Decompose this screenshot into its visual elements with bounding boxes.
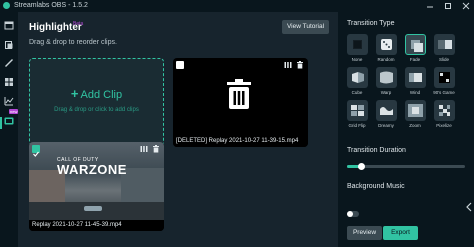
window-title: Streamlabs OBS - 1.5.2 — [14, 2, 88, 9]
collapse-panel-icon[interactable] — [466, 202, 472, 212]
transition-label: None — [351, 57, 363, 62]
check-icon — [33, 151, 39, 157]
trim-icon[interactable] — [140, 145, 148, 153]
add-clip-label: Add Clip — [80, 89, 123, 101]
transition-label: 90's Game — [433, 90, 455, 95]
add-clip-title: + Add Clip — [30, 86, 163, 101]
background-music-toggle[interactable] — [347, 211, 359, 217]
add-clip-hint: Drag & drop or click to add clips — [54, 107, 139, 113]
slider-handle[interactable] — [357, 163, 365, 170]
warp-icon — [380, 71, 393, 84]
trash-icon[interactable] — [296, 61, 304, 69]
page-subtitle: Drag & drop to reorder clips. — [29, 39, 117, 46]
plus-icon: + — [70, 86, 79, 101]
zoom-icon — [408, 104, 423, 117]
add-clip-dropzone[interactable]: + Add Clip Drag & drop or click to add cl… — [29, 58, 164, 146]
trash-icon[interactable] — [152, 145, 160, 153]
slide-icon — [438, 40, 452, 49]
transition-label: Pixelize — [436, 123, 452, 128]
transition-tile-slide[interactable] — [434, 34, 455, 55]
transition-label: Cube — [351, 90, 363, 95]
view-tutorial-button[interactable]: View Tutorial — [282, 20, 329, 34]
pixelize-icon — [439, 105, 450, 116]
dice-icon — [381, 39, 392, 50]
thumbnail-game-title: WARZONE — [57, 162, 127, 177]
transition-tile-random[interactable] — [376, 34, 397, 55]
background-music-label: Background Music — [347, 183, 405, 190]
transition-label: Grid Flip — [348, 123, 366, 128]
clip-card[interactable]: CALL OF DUTY WARZONE Replay 2021-10-27 1… — [29, 142, 164, 231]
settings-panel: Transition Type None Random Fade Slide C… — [338, 12, 474, 247]
deleted-clip-trash-icon — [227, 79, 251, 109]
window-titlebar: Streamlabs OBS - 1.5.2 — [0, 0, 474, 12]
recording-history-icon[interactable] — [4, 40, 14, 50]
transition-tile-fade[interactable] — [405, 34, 426, 55]
fade-icon — [411, 40, 423, 52]
beta-label: Beta — [73, 21, 84, 27]
clip-thumbnail: CALL OF DUTY WARZONE — [29, 142, 164, 220]
thumbnail-ground — [29, 202, 164, 220]
window-controls — [426, 0, 470, 12]
dreamy-icon — [380, 107, 393, 115]
export-button[interactable]: Export — [383, 226, 418, 240]
transition-label: Random — [377, 57, 395, 62]
transition-label: Dreamy — [378, 123, 394, 128]
app-logo-icon — [3, 2, 10, 9]
active-nav-indicator — [0, 117, 2, 129]
cube-icon — [352, 72, 364, 83]
transition-label: Zoom — [409, 123, 421, 128]
grid-flip-icon — [351, 105, 364, 116]
wind-icon — [409, 73, 422, 82]
clip-filename: Replay 2021-10-27 11-45-39.mp4 — [29, 220, 164, 231]
transition-tile-zoom[interactable] — [405, 100, 426, 121]
dashboard-icon[interactable] — [4, 96, 14, 106]
left-nav: new — [0, 12, 19, 247]
new-badge: new — [9, 109, 19, 114]
highlighter-icon[interactable] — [4, 116, 14, 126]
clip-filename: [DELETED] Replay 2021-10-27 11-39-15.mp4 — [173, 136, 308, 147]
trim-icon[interactable] — [284, 61, 292, 69]
none-icon — [353, 40, 362, 49]
transition-label: Wind — [409, 90, 421, 95]
apps-icon[interactable] — [4, 77, 14, 87]
clip-tools — [140, 145, 160, 153]
transition-tile-wind[interactable] — [405, 67, 426, 88]
transition-tile-grid-flip[interactable] — [347, 100, 368, 121]
transition-duration-slider[interactable] — [347, 163, 465, 170]
clip-checkbox[interactable] — [32, 145, 40, 157]
transition-tile-dreamy[interactable] — [376, 100, 397, 121]
close-icon[interactable] — [462, 2, 470, 10]
transition-tile-none[interactable] — [347, 34, 368, 55]
transition-duration-label: Transition Duration — [347, 147, 406, 154]
clip-tools — [284, 61, 304, 69]
transition-label: Fade — [409, 57, 421, 62]
editor-icon[interactable] — [4, 20, 14, 30]
thumbnail-hud — [84, 206, 102, 211]
toggle-knob — [347, 211, 353, 217]
transition-tile-warp[interactable] — [376, 67, 397, 88]
transition-tile-90s-game[interactable] — [434, 67, 455, 88]
transition-type-heading: Transition Type — [347, 20, 395, 27]
themes-icon[interactable] — [4, 58, 14, 68]
preview-button[interactable]: Preview — [347, 226, 382, 240]
transition-label: Warp — [380, 90, 392, 95]
minimize-icon[interactable] — [426, 2, 434, 10]
clip-checkbox[interactable] — [176, 61, 184, 69]
transition-label: Slide — [438, 57, 449, 62]
highlighter-main: Highlighter Beta Drag & drop to reorder … — [18, 12, 338, 247]
transition-tile-cube[interactable] — [347, 67, 368, 88]
transition-tile-pixelize[interactable] — [434, 100, 455, 121]
retro-game-icon — [439, 72, 450, 83]
clip-card[interactable]: [DELETED] Replay 2021-10-27 11-39-15.mp4 — [173, 58, 308, 147]
maximize-icon[interactable] — [444, 2, 452, 10]
